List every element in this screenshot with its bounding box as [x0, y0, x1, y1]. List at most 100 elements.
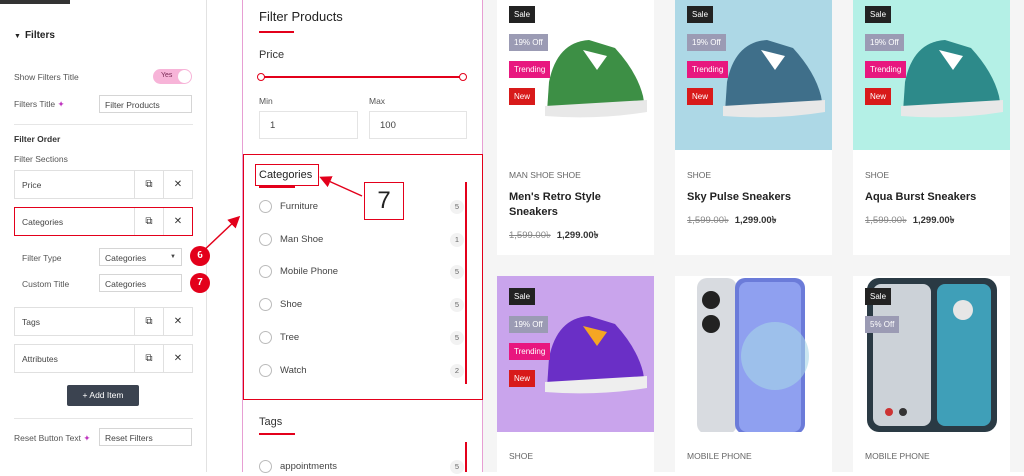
product-price: 1,599.00৳ 1,299.00৳ [509, 230, 599, 241]
radio-button[interactable] [259, 233, 272, 246]
phone-image [697, 278, 809, 434]
category-item[interactable]: Man Shoe 1 [259, 231, 464, 249]
product-category[interactable]: SHOE [509, 451, 533, 461]
radio-button[interactable] [259, 200, 272, 213]
reset-button-text-input[interactable]: Reset Filters [99, 428, 192, 446]
duplicate-icon[interactable]: ⧉ [134, 345, 163, 372]
chevron-down-icon: ▼ [170, 254, 176, 260]
product-name[interactable]: Men's Retro Style Sneakers [509, 190, 649, 220]
radio-button[interactable] [259, 298, 272, 311]
discount-badge: 19% Off [687, 34, 726, 51]
category-item[interactable]: Shoe 5 [259, 296, 464, 314]
product-card[interactable]: Sale 19% Off Trending New MAN SHOE SHOE … [497, 0, 654, 255]
repeater-item-tags[interactable]: Tags ⧉ ✕ [14, 307, 193, 336]
product-image[interactable] [675, 276, 832, 434]
filters-section-header[interactable]: ▼ Filters [14, 30, 55, 41]
trending-badge: Trending [687, 61, 729, 78]
tag-item[interactable]: appointments 5 [259, 458, 464, 476]
category-item[interactable]: Tree 5 [259, 329, 464, 347]
repeater-item-attributes[interactable]: Attributes ⧉ ✕ [14, 344, 193, 373]
close-icon[interactable]: ✕ [163, 208, 192, 235]
new-badge: New [865, 88, 892, 105]
active-tab-indicator [0, 0, 70, 4]
product-card[interactable]: MOBILE PHONE [675, 276, 832, 472]
product-category[interactable]: SHOE [865, 170, 889, 180]
discount-badge: 19% Off [865, 34, 904, 51]
radio-button[interactable] [259, 265, 272, 278]
ai-sparkle-icon[interactable]: ✦ [57, 99, 64, 109]
divider [14, 124, 193, 125]
product-card[interactable]: Sale 5% Off MOBILE PHONE [853, 276, 1010, 472]
categories-underline [259, 186, 295, 188]
min-label: Min [259, 96, 273, 106]
tags-underline [259, 433, 295, 435]
custom-title-input[interactable]: Categories [99, 274, 182, 292]
callout-badge-7: 7 [190, 273, 210, 293]
product-category[interactable]: MOBILE PHONE [687, 451, 752, 461]
tags-scroll-indicator [465, 442, 467, 472]
filters-title-input[interactable]: Filter Products [99, 95, 192, 113]
categories-scroll-indicator [465, 182, 467, 384]
price-range-track[interactable] [261, 76, 463, 78]
product-category[interactable]: MAN SHOE SHOE [509, 170, 581, 180]
show-filters-title-label: Show Filters Title [14, 72, 79, 82]
repeater-item-categories[interactable]: Categories ⧉ ✕ [14, 207, 193, 236]
ai-sparkle-icon[interactable]: ✦ [83, 433, 90, 443]
product-category[interactable]: SHOE [687, 170, 711, 180]
product-card[interactable]: Sale 19% Off Trending New SHOE Sky Pulse… [675, 0, 832, 255]
new-badge: New [509, 88, 536, 105]
title-underline [259, 31, 294, 33]
min-price-input[interactable]: 1 [259, 111, 358, 139]
max-label: Max [369, 96, 386, 106]
category-item[interactable]: Mobile Phone 5 [259, 263, 464, 281]
trending-badge: Trending [509, 343, 551, 360]
add-item-button[interactable]: + Add Item [67, 385, 139, 406]
close-icon[interactable]: ✕ [163, 171, 192, 198]
filter-type-select[interactable]: Categories ▼ [99, 248, 182, 266]
sale-badge: Sale [509, 6, 536, 23]
product-category[interactable]: MOBILE PHONE [865, 451, 930, 461]
duplicate-icon[interactable]: ⧉ [134, 171, 163, 198]
category-item[interactable]: Watch 2 [259, 362, 464, 380]
discount-badge: 5% Off [865, 316, 900, 333]
tags-heading: Tags [259, 416, 283, 428]
radio-button[interactable] [259, 331, 272, 344]
repeater-item-price[interactable]: Price ⧉ ✕ [14, 170, 193, 199]
radio-button[interactable] [259, 364, 272, 377]
count-badge: 5 [450, 298, 464, 312]
filter-order-heading: Filter Order [14, 134, 61, 144]
editor-panel: ▼ Filters Show Filters Title Yes Filters … [0, 0, 210, 472]
divider [14, 418, 193, 419]
categories-heading: Categories [259, 169, 313, 181]
filter-type-label: Filter Type [22, 253, 62, 263]
max-price-input[interactable]: 100 [369, 111, 467, 139]
trending-badge: Trending [509, 61, 551, 78]
duplicate-icon[interactable]: ⧉ [134, 208, 163, 235]
sale-badge: Sale [687, 6, 714, 23]
product-name[interactable]: Sky Pulse Sneakers [687, 190, 827, 205]
new-badge: New [509, 370, 536, 387]
price-min-handle[interactable] [257, 73, 265, 81]
price-max-handle[interactable] [459, 73, 467, 81]
show-filters-title-toggle[interactable]: Yes [153, 69, 192, 84]
category-item[interactable]: Furniture 5 [259, 198, 464, 216]
sale-badge: Sale [509, 288, 536, 305]
price-heading: Price [259, 49, 285, 61]
close-icon[interactable]: ✕ [163, 308, 192, 335]
radio-button[interactable] [259, 460, 272, 473]
count-badge: 5 [450, 265, 464, 279]
close-icon[interactable]: ✕ [163, 345, 192, 372]
custom-title-label: Custom Title [22, 279, 70, 289]
new-badge: New [687, 88, 714, 105]
sale-badge: Sale [865, 6, 892, 23]
count-badge: 5 [450, 200, 464, 214]
product-card[interactable]: Sale 19% Off Trending New SHOE [497, 276, 654, 472]
product-price: 1,599.00৳ 1,299.00৳ [687, 215, 777, 226]
caret-down-icon: ▼ [14, 33, 21, 40]
duplicate-icon[interactable]: ⧉ [134, 308, 163, 335]
count-badge: 5 [450, 331, 464, 345]
count-badge: 2 [450, 364, 464, 378]
product-card[interactable]: Sale 19% Off Trending New SHOE Aqua Burs… [853, 0, 1010, 255]
toggle-knob [178, 70, 191, 83]
product-name[interactable]: Aqua Burst Sneakers [865, 190, 1005, 205]
